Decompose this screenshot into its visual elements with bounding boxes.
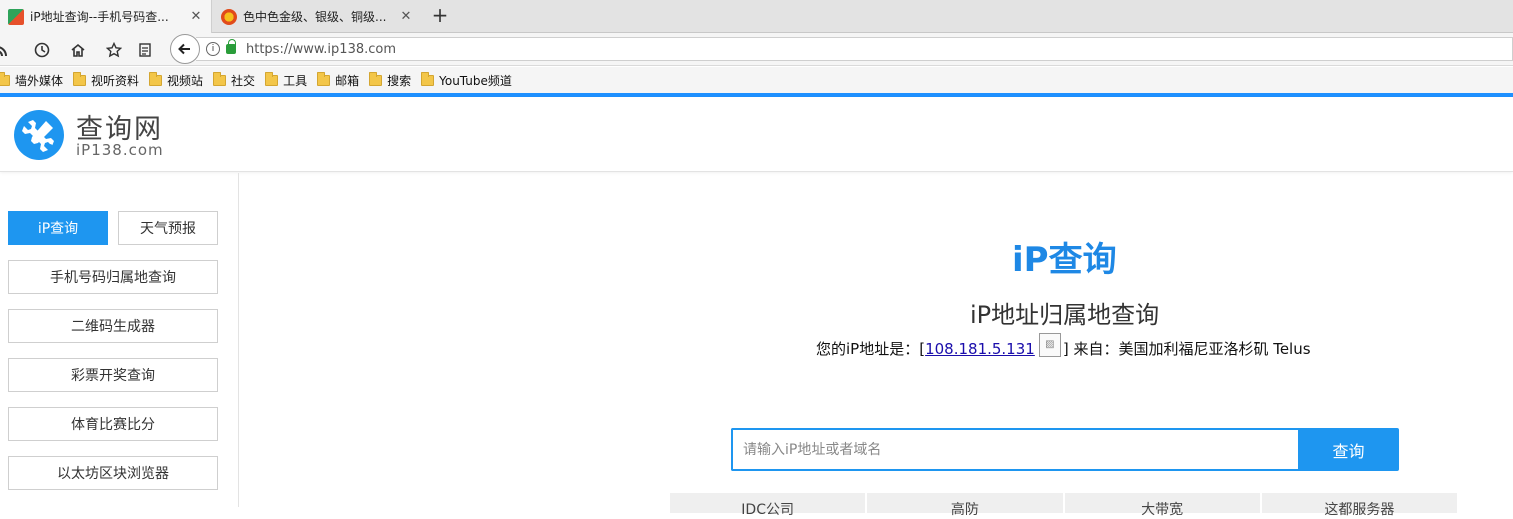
home-icon[interactable] [67, 39, 89, 61]
bookmark-folder[interactable]: 视听资料 [73, 71, 140, 89]
history-icon[interactable] [31, 39, 53, 61]
site-favicon-icon [221, 8, 237, 25]
tab-ip138[interactable]: iP地址查询--手机号码查... ✕ [0, 0, 212, 33]
sidebar-item-weather[interactable]: 天气预报 [118, 211, 218, 245]
sidebar-item-ethereum[interactable]: 以太坊区块浏览器 [8, 456, 218, 490]
table-header-cell: 大带宽 [1065, 493, 1262, 518]
bookmark-label: 社交 [231, 73, 256, 88]
folder-icon [317, 71, 331, 86]
sidebar-item-phone-lookup[interactable]: 手机号码归属地查询 [8, 260, 218, 294]
bookmark-folder[interactable]: 墙外媒体 [0, 71, 64, 89]
tab-strip: iP地址查询--手机号码查... ✕ 色中色金级、银级、铜级... ✕ + [0, 0, 1513, 33]
ip-info-line: 您的iP地址是：[ 108.181.5.131 ▨ ] 来自：美国加利福尼亚洛杉… [816, 332, 1311, 359]
bookmark-label: 工具 [283, 73, 308, 88]
folder-icon [265, 71, 279, 86]
folder-icon [421, 71, 435, 86]
tab-title: 色中色金级、银级、铜级... [243, 10, 387, 24]
ip-location: ] 来自：美国加利福尼亚洛杉矶 Telus [1062, 340, 1311, 358]
close-icon[interactable]: ✕ [189, 9, 203, 24]
page-title: iP查询 [1012, 240, 1117, 280]
folder-icon [73, 71, 87, 86]
page-subtitle: iP地址归属地查询 [970, 301, 1160, 329]
arrow-left-icon [178, 43, 190, 55]
bookmark-label: 视听资料 [91, 73, 140, 88]
address-bar[interactable]: i https://www.ip138.com [196, 37, 1513, 61]
broken-image-icon: ▨ [1038, 332, 1061, 357]
bookmark-folder[interactable]: 视频站 [149, 71, 204, 89]
bookmark-label: 视频站 [167, 73, 204, 88]
table-header: IDC公司 高防 大带宽 这都服务器 [670, 493, 1459, 518]
bookmark-folder[interactable]: YouTube频道 [421, 71, 512, 89]
table-header-cell: 这都服务器 [1262, 493, 1459, 518]
table-header-cell: IDC公司 [670, 493, 868, 518]
back-button[interactable] [170, 34, 200, 64]
bookmark-label: 搜索 [387, 73, 412, 88]
new-tab-plus-icon[interactable]: + [428, 5, 452, 27]
ip-search-input[interactable] [731, 428, 1298, 471]
bookmark-label: 墙外媒体 [15, 73, 64, 88]
folder-icon [369, 71, 383, 86]
ip-prefix: 您的iP地址是：[ [816, 340, 926, 358]
site-header: 查询网 iP138.com [0, 97, 1513, 172]
sidebar-item-sports[interactable]: 体育比赛比分 [8, 407, 218, 441]
sidebar-item-lottery[interactable]: 彩票开奖查询 [8, 358, 218, 392]
search-button[interactable]: 查询 [1298, 428, 1399, 471]
rss-icon[interactable] [0, 39, 14, 61]
tab-second[interactable]: 色中色金级、银级、铜级... ✕ [213, 0, 421, 33]
table-header-cell: 高防 [867, 493, 1065, 518]
logo-subtitle[interactable]: iP138.com [76, 141, 164, 159]
bookmark-label: 邮箱 [335, 73, 360, 88]
reader-icon[interactable] [134, 39, 156, 61]
url-text[interactable]: https://www.ip138.com [246, 42, 396, 57]
folder-icon [149, 71, 163, 86]
bookmark-label: YouTube频道 [439, 73, 512, 88]
bookmark-folder[interactable]: 搜索 [369, 71, 412, 89]
folder-icon [0, 71, 10, 86]
bookmark-folder[interactable]: 社交 [213, 71, 256, 89]
close-icon[interactable]: ✕ [399, 9, 413, 24]
star-icon[interactable] [103, 39, 125, 61]
tab-title: iP地址查询--手机号码查... [30, 10, 169, 24]
lock-icon[interactable] [226, 39, 236, 54]
tools-logo-icon[interactable] [14, 110, 64, 160]
info-icon[interactable]: i [206, 42, 220, 56]
ip-address-link[interactable]: 108.181.5.131 [925, 340, 1035, 358]
bookmark-folder[interactable]: 邮箱 [317, 71, 360, 89]
ip-search-form: 查询 [731, 428, 1399, 471]
bookmark-folder[interactable]: 工具 [265, 71, 308, 89]
ip138-favicon-icon [8, 8, 24, 25]
folder-icon [213, 71, 227, 86]
sidebar-item-ip-query[interactable]: iP查询 [8, 211, 108, 245]
sidebar-item-qrcode[interactable]: 二维码生成器 [8, 309, 218, 343]
bookmarks-bar: 墙外媒体 视听资料 视频站 社交 工具 邮箱 搜索 YouTube频道 [0, 67, 1513, 93]
